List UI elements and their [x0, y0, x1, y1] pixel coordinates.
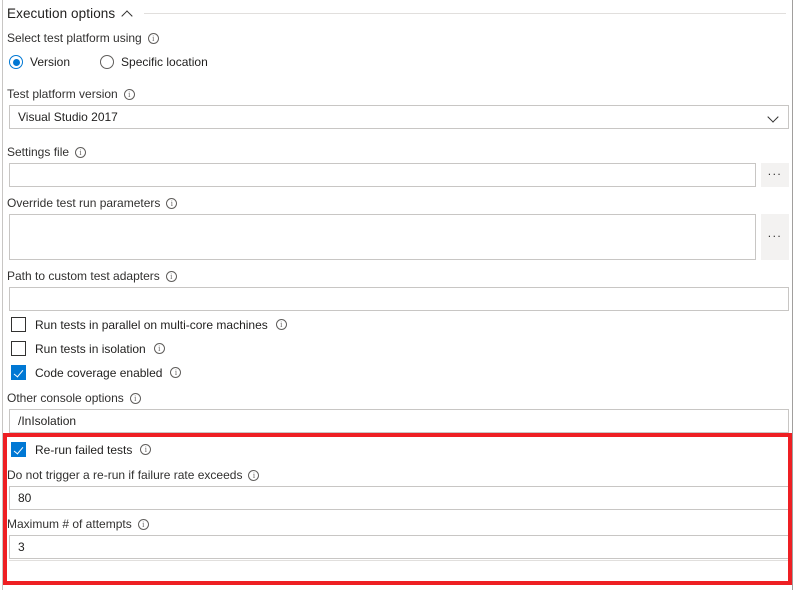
panel-right-border [792, 0, 793, 590]
checkbox-run-isolation[interactable]: Run tests in isolation [11, 338, 165, 359]
test-platform-version-label: Test platform version [7, 87, 135, 101]
checkbox-run-parallel[interactable]: Run tests in parallel on multi-core mach… [11, 314, 287, 335]
info-icon[interactable] [248, 469, 260, 481]
page-title: Execution options [7, 5, 116, 21]
info-icon[interactable] [166, 197, 178, 209]
info-icon[interactable] [75, 146, 87, 158]
settings-file-row: ... [9, 163, 789, 187]
radio-version-label: Version [30, 55, 71, 69]
radio-version-mark[interactable] [9, 55, 23, 69]
max-attempts-input[interactable]: 3 [9, 535, 789, 559]
radio-specific-location-label: Specific location [121, 55, 208, 69]
override-parameters-browse-button[interactable]: ... [761, 214, 789, 260]
info-icon[interactable] [137, 518, 149, 530]
settings-file-browse-button[interactable]: ... [761, 163, 789, 187]
checkbox-rerun-failed-tests[interactable]: Re-run failed tests [11, 439, 152, 460]
checkbox-code-coverage-box[interactable] [11, 365, 26, 380]
override-parameters-input[interactable] [9, 214, 756, 260]
other-console-options-label: Other console options [7, 391, 141, 405]
bottom-divider [9, 560, 789, 561]
select-platform-label: Select test platform using [7, 31, 159, 45]
info-icon[interactable] [275, 319, 287, 330]
execution-options-panel: Execution options Select test platform u… [0, 0, 800, 590]
checkbox-run-isolation-label: Run tests in isolation [35, 342, 165, 356]
settings-file-input[interactable] [9, 163, 756, 187]
info-icon[interactable] [147, 32, 159, 44]
checkbox-code-coverage[interactable]: Code coverage enabled [11, 362, 182, 383]
custom-adapters-input[interactable] [9, 287, 789, 311]
info-icon[interactable] [123, 88, 135, 100]
header-divider [144, 12, 786, 14]
checkbox-rerun-failed-tests-label: Re-run failed tests [35, 443, 152, 457]
panel-content: Execution options Select test platform u… [3, 0, 792, 590]
settings-file-label: Settings file [7, 145, 87, 159]
max-attempts-label: Maximum # of attempts [7, 517, 149, 531]
test-platform-version-dropdown[interactable]: Visual Studio 2017 [9, 105, 789, 129]
chevron-down-icon[interactable] [768, 112, 779, 123]
platform-radio-group[interactable]: Version Specific location [9, 53, 208, 71]
radio-specific-location-mark[interactable] [100, 55, 115, 69]
checkbox-rerun-failed-tests-box[interactable] [11, 442, 26, 457]
override-parameters-row: ... [9, 214, 789, 260]
info-icon[interactable] [140, 444, 152, 455]
checkbox-run-parallel-label: Run tests in parallel on multi-core mach… [35, 318, 287, 332]
info-icon[interactable] [165, 270, 177, 282]
checkbox-run-isolation-box[interactable] [11, 341, 26, 356]
section-header[interactable]: Execution options [7, 0, 788, 24]
radio-version[interactable]: Version [9, 55, 70, 69]
failure-rate-label: Do not trigger a re-run if failure rate … [7, 468, 260, 482]
other-console-options-input[interactable]: /InIsolation [9, 409, 789, 433]
checkbox-run-parallel-box[interactable] [11, 317, 26, 332]
info-icon[interactable] [170, 367, 182, 378]
override-parameters-label: Override test run parameters [7, 196, 178, 210]
chevron-up-icon[interactable] [122, 8, 133, 19]
custom-adapters-label: Path to custom test adapters [7, 269, 177, 283]
info-icon[interactable] [153, 343, 165, 354]
radio-specific-location[interactable]: Specific location [100, 55, 208, 69]
checkbox-code-coverage-label: Code coverage enabled [35, 366, 182, 380]
select-platform-label-row: Select test platform using [7, 31, 159, 45]
test-platform-version-value: Visual Studio 2017 [18, 110, 118, 124]
failure-rate-input[interactable]: 80 [9, 486, 789, 510]
info-icon[interactable] [129, 392, 141, 404]
